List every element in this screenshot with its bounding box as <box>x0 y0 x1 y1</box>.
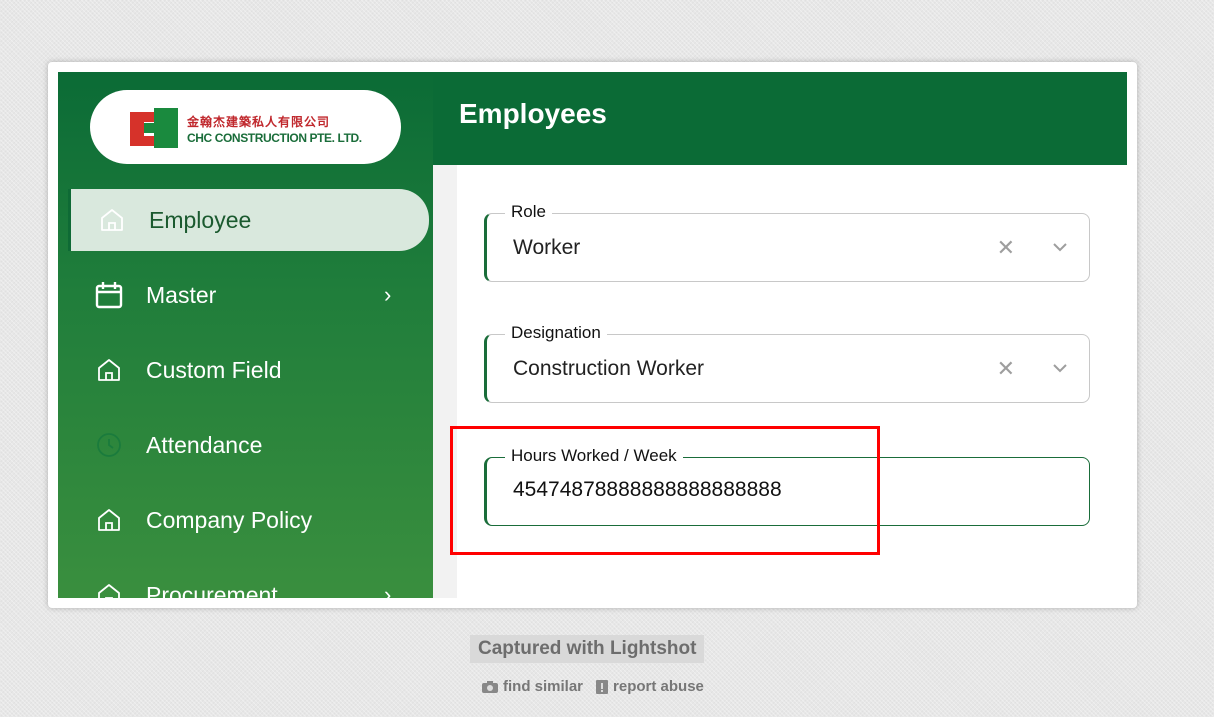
find-similar-label: find similar <box>503 678 584 695</box>
sidebar: 金翰杰建築私人有限公司 CHC CONSTRUCTION PTE. LTD. E… <box>58 72 433 598</box>
sidebar-item-procurement[interactable]: Procurement › <box>68 564 426 598</box>
page-title: Employees <box>459 98 607 129</box>
chevron-down-icon[interactable] <box>1049 236 1071 258</box>
company-logo[interactable]: 金翰杰建築私人有限公司 CHC CONSTRUCTION PTE. LTD. <box>90 90 401 164</box>
home-icon <box>98 509 120 531</box>
role-label: Role <box>505 202 552 222</box>
logo-english-name: CHC CONSTRUCTION PTE. LTD. <box>187 131 362 145</box>
chc-logo-mark-icon <box>130 108 178 148</box>
sidebar-item-label: Attendance <box>146 431 263 458</box>
report-icon <box>596 679 609 694</box>
find-similar-link[interactable]: find similar <box>481 678 583 695</box>
sidebar-item-company-policy[interactable]: Company Policy <box>68 489 426 551</box>
role-select[interactable]: Role Worker ✕ <box>484 202 1090 282</box>
logo-chinese-name: 金翰杰建築私人有限公司 <box>187 115 331 129</box>
chevron-right-icon: › <box>384 282 392 307</box>
sidebar-item-label: Employee <box>149 206 252 233</box>
page-header: Employees <box>433 72 1127 165</box>
report-abuse-label: report abuse <box>613 678 704 695</box>
sidebar-item-label: Master <box>146 281 217 308</box>
role-value: Worker <box>513 236 581 259</box>
home-icon <box>98 584 120 598</box>
sidebar-item-master[interactable]: Master › <box>68 264 426 326</box>
clear-icon[interactable]: ✕ <box>997 357 1015 382</box>
report-abuse-link[interactable]: report abuse <box>595 678 704 695</box>
sidebar-item-label: Company Policy <box>146 506 313 533</box>
designation-select[interactable]: Designation Construction Worker ✕ <box>484 323 1090 403</box>
highlight-box <box>450 426 880 555</box>
sidebar-item-label: Custom Field <box>146 356 282 383</box>
sidebar-item-custom-field[interactable]: Custom Field <box>68 339 426 401</box>
home-icon <box>101 209 123 231</box>
clock-icon <box>97 433 121 457</box>
sidebar-item-label: Procurement <box>146 581 278 599</box>
sidebar-item-employee[interactable]: Employee <box>68 189 429 251</box>
lightshot-links: find similar report abuse <box>481 678 704 695</box>
lightshot-caption[interactable]: Captured with Lightshot <box>470 635 705 663</box>
chevron-down-icon[interactable] <box>1049 357 1071 379</box>
sidebar-item-attendance[interactable]: Attendance <box>68 414 426 476</box>
designation-value: Construction Worker <box>513 357 705 380</box>
chevron-right-icon: › <box>384 582 392 598</box>
calendar-icon <box>95 282 123 309</box>
home-icon <box>98 359 120 381</box>
clear-icon[interactable]: ✕ <box>997 236 1015 261</box>
designation-label: Designation <box>505 323 607 343</box>
camera-icon <box>482 680 498 693</box>
